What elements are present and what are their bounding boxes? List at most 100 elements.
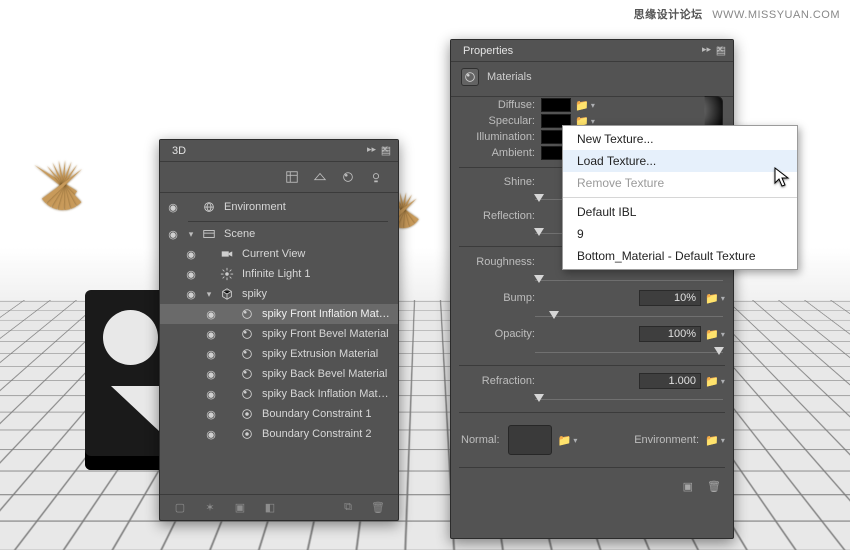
visibility-eye-icon[interactable]: ◉ bbox=[204, 308, 218, 321]
visibility-eye-icon[interactable]: ◉ bbox=[184, 248, 198, 261]
visibility-eye-icon[interactable]: ◉ bbox=[184, 268, 198, 281]
render-settings-icon[interactable]: ▣ bbox=[683, 480, 693, 493]
diffuse-texture-menu-icon[interactable]: 📁 bbox=[577, 98, 593, 112]
tab-3d[interactable]: 3D bbox=[160, 141, 198, 161]
visibility-eye-icon[interactable]: ◉ bbox=[204, 388, 218, 401]
opacity-slider[interactable] bbox=[535, 345, 723, 359]
normal-map-chip[interactable] bbox=[508, 425, 552, 455]
slider-label: Shine: bbox=[461, 176, 535, 188]
mesh-icon bbox=[220, 287, 236, 301]
visibility-eye-icon[interactable]: ◉ bbox=[204, 328, 218, 341]
menu-item-recent[interactable]: Default IBL bbox=[563, 201, 797, 223]
filter-toolbar bbox=[160, 162, 398, 193]
tab-properties[interactable]: Properties bbox=[451, 41, 525, 61]
panel-properties: ▸▸ × Properties ▤ Materials Diffuse:📁Spe… bbox=[450, 39, 734, 539]
panel-properties-footer: ▣ 🗑 bbox=[451, 474, 733, 499]
diffuse-swatch[interactable] bbox=[541, 98, 571, 112]
menu-item-recent[interactable]: 9 bbox=[563, 223, 797, 245]
tree-row[interactable]: ◉Environment bbox=[160, 197, 398, 217]
visibility-eye-icon[interactable]: ◉ bbox=[166, 201, 180, 214]
slider-row-bump: Bump:📁 bbox=[451, 289, 733, 323]
material-icon bbox=[240, 307, 256, 321]
divider bbox=[459, 412, 725, 413]
bump-value-input[interactable] bbox=[639, 290, 701, 306]
tree-row-label: Current View bbox=[242, 248, 392, 260]
divider bbox=[459, 467, 725, 468]
add-camera-icon[interactable]: ▣ bbox=[232, 501, 248, 514]
slider-knob-icon[interactable] bbox=[534, 194, 544, 202]
scene-filter-icon[interactable] bbox=[284, 169, 300, 185]
render-icon[interactable]: ◧ bbox=[262, 501, 278, 514]
tree-row[interactable]: ◉▾Scene bbox=[160, 224, 398, 244]
tree-row[interactable]: ◉ Current View bbox=[160, 244, 398, 264]
watermark-en: WWW.MISSYUAN.COM bbox=[712, 9, 840, 21]
slider-knob-icon[interactable] bbox=[714, 347, 724, 355]
tree-row[interactable]: ◉▾spiky bbox=[160, 284, 398, 304]
tree-row[interactable]: ◉Boundary Constraint 1 bbox=[160, 404, 398, 424]
menu-item-new[interactable]: New Texture... bbox=[563, 128, 797, 150]
visibility-eye-icon[interactable]: ◉ bbox=[184, 288, 198, 301]
tree-row[interactable]: ◉ spiky Back Bevel Material bbox=[160, 364, 398, 384]
opacity-texture-menu-icon[interactable]: 📁 bbox=[707, 327, 723, 341]
scene-tree: ◉Environment◉▾Scene◉Current View◉Infinit… bbox=[160, 193, 398, 444]
texture-dropdown-menu: New Texture...Load Texture...Remove Text… bbox=[562, 125, 798, 270]
materials-section-icon bbox=[461, 68, 479, 86]
tree-row[interactable]: ◉ spiky Front Bevel Material bbox=[160, 324, 398, 344]
refraction-texture-menu-icon[interactable]: 📁 bbox=[707, 374, 723, 388]
twisty-icon[interactable]: ▾ bbox=[186, 229, 196, 240]
trash-icon[interactable]: 🗑 bbox=[370, 501, 386, 514]
twisty-icon[interactable]: ▾ bbox=[204, 289, 214, 300]
panel-collapse-icon[interactable]: ▸▸ bbox=[367, 144, 376, 155]
slider-label: Opacity: bbox=[461, 328, 535, 340]
visibility-eye-icon[interactable]: ◉ bbox=[204, 368, 218, 381]
roughness-slider[interactable] bbox=[535, 273, 723, 287]
bump-slider[interactable] bbox=[535, 309, 723, 323]
menu-item-recent[interactable]: Bottom_Material - Default Texture bbox=[563, 245, 797, 267]
tree-row[interactable]: ◉spiky Extrusion Material bbox=[160, 344, 398, 364]
add-light-icon[interactable]: ✶ bbox=[202, 501, 218, 514]
tree-row[interactable]: ◉ spiky Front Inflation Material bbox=[160, 304, 398, 324]
trash-icon[interactable]: 🗑 bbox=[707, 480, 721, 493]
refraction-value-input[interactable] bbox=[639, 373, 701, 389]
panel-close-icon[interactable]: × bbox=[713, 42, 727, 56]
visibility-eye-icon[interactable]: ◉ bbox=[166, 228, 180, 241]
normal-label: Normal: bbox=[461, 434, 500, 446]
constraint-icon bbox=[240, 427, 256, 441]
camera-icon bbox=[220, 247, 236, 261]
slider-knob-icon[interactable] bbox=[534, 394, 544, 402]
tree-row-label: spiky Back Bevel Material bbox=[262, 368, 392, 380]
light-filter-icon[interactable] bbox=[368, 169, 384, 185]
color-label: Ambient: bbox=[461, 147, 535, 159]
normal-folder-icon[interactable]: 📁 bbox=[560, 433, 576, 447]
menu-item-remove: Remove Texture bbox=[563, 172, 797, 194]
panel-collapse-icon[interactable]: ▸▸ bbox=[702, 44, 711, 55]
visibility-eye-icon[interactable]: ◉ bbox=[204, 348, 218, 361]
light-icon bbox=[220, 267, 236, 281]
menu-item-load[interactable]: Load Texture... bbox=[563, 150, 797, 172]
tree-row[interactable]: ◉Boundary Constraint 2 bbox=[160, 424, 398, 444]
slider-knob-icon[interactable] bbox=[534, 275, 544, 283]
materials-section-label: Materials bbox=[487, 71, 532, 83]
panel-properties-tabs: Properties ▤ bbox=[451, 40, 733, 62]
material-icon bbox=[240, 367, 256, 381]
slider-knob-icon[interactable] bbox=[549, 311, 559, 319]
mesh-filter-icon[interactable] bbox=[312, 169, 328, 185]
panel-3d: ▸▸ × 3D ▤ ◉Environment◉▾Scene◉Current Vi… bbox=[159, 139, 399, 521]
visibility-eye-icon[interactable]: ◉ bbox=[204, 408, 218, 421]
refraction-slider[interactable] bbox=[535, 392, 723, 406]
filter-mesh-icon[interactable]: ▢ bbox=[172, 501, 188, 514]
material-filter-icon[interactable] bbox=[340, 169, 356, 185]
panel-close-icon[interactable]: × bbox=[378, 142, 392, 156]
opacity-value-input[interactable] bbox=[639, 326, 701, 342]
slider-knob-icon[interactable] bbox=[534, 228, 544, 236]
new-layer-icon[interactable]: ⧉ bbox=[340, 501, 356, 514]
tree-row-label: spiky Front Bevel Material bbox=[262, 328, 392, 340]
tree-row-label: spiky Front Inflation Material bbox=[262, 308, 392, 320]
visibility-eye-icon[interactable]: ◉ bbox=[204, 428, 218, 441]
bump-texture-menu-icon[interactable]: 📁 bbox=[707, 291, 723, 305]
environment-folder-icon[interactable]: 📁 bbox=[707, 433, 723, 447]
tree-row[interactable]: ◉spiky Back Inflation Material bbox=[160, 384, 398, 404]
slider-row-refraction: Refraction:📁 bbox=[451, 372, 733, 406]
tree-row[interactable]: ◉Infinite Light 1 bbox=[160, 264, 398, 284]
watermark: 思缘设计论坛 WWW.MISSYUAN.COM bbox=[634, 6, 840, 22]
